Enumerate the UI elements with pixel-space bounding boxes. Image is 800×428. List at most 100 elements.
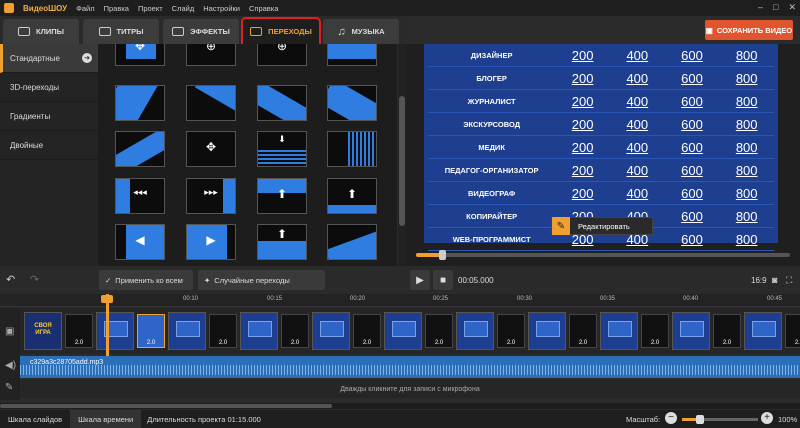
- audio-waveform: [20, 365, 800, 375]
- mic-record-track[interactable]: Дважды кликните для записи с микрофона: [20, 380, 800, 398]
- save-video-button[interactable]: ▣ СОХРАНИТЬ ВИДЕО: [705, 20, 793, 40]
- transition-thumbnail[interactable]: [327, 44, 377, 66]
- preview-slide-quiz-board[interactable]: ДИЗАЙНЕР 200 400 600 800 БЛОГЕР 200 400 600 800 ЖУ…: [424, 44, 778, 251]
- fullscreen-icon[interactable]: ⛶: [786, 275, 792, 286]
- edit-popup[interactable]: ✎ Редактировать: [551, 217, 653, 235]
- zoom-slider[interactable]: [682, 415, 758, 424]
- transition-thumbnail[interactable]: ⊕: [257, 44, 307, 66]
- sidebar-item-3d[interactable]: 3D-переходы: [0, 73, 98, 102]
- menu-help[interactable]: Справка: [249, 4, 278, 13]
- quiz-value: 800: [735, 208, 758, 224]
- timeline-slide[interactable]: [744, 312, 782, 350]
- redo-icon[interactable]: ↷: [30, 273, 39, 286]
- timeline-transition[interactable]: 2.0: [281, 314, 309, 348]
- status-bar: Шкала слайдов Шкала времени Длительность…: [0, 410, 800, 428]
- transition-thumbnail[interactable]: ▶: [186, 224, 236, 260]
- timeline-slide[interactable]: [600, 312, 638, 350]
- sidebar-item-standard[interactable]: Стандартные ➜: [0, 44, 98, 73]
- timeline-slide[interactable]: СВОЯ ИГРА: [24, 312, 62, 350]
- transition-thumbnail[interactable]: ◀: [115, 224, 165, 260]
- timeline-slide[interactable]: [240, 312, 278, 350]
- transition-thumbnail[interactable]: ▸▸▸: [186, 178, 236, 214]
- menu-settings[interactable]: Настройки: [203, 4, 240, 13]
- zoom-in-button[interactable]: +: [761, 412, 773, 424]
- transition-thumbnail[interactable]: ⬆: [327, 178, 377, 214]
- quiz-value: 800: [735, 70, 758, 86]
- transition-thumbnail[interactable]: ⬆: [257, 178, 307, 214]
- save-video-label: СОХРАНИТЬ ВИДЕО: [716, 25, 793, 35]
- transition-thumbnail[interactable]: [327, 131, 377, 167]
- minimize-icon[interactable]: –: [758, 2, 763, 13]
- tab-timeline-scale[interactable]: Шкала времени: [70, 410, 142, 428]
- close-icon[interactable]: ✕: [788, 2, 796, 13]
- timeline-slide[interactable]: [456, 312, 494, 350]
- speaker-icon[interactable]: ◀): [5, 360, 16, 371]
- timeline-transition[interactable]: 2.0: [569, 314, 597, 348]
- timeline-slide[interactable]: [168, 312, 206, 350]
- tab-titles[interactable]: ТИТРЫ: [83, 19, 159, 44]
- transition-thumbnail[interactable]: ⬆: [257, 224, 307, 260]
- transition-thumbnail[interactable]: [327, 224, 377, 260]
- timeline-slide[interactable]: [312, 312, 350, 350]
- audio-track[interactable]: c329a3c28705add.mp3: [20, 356, 800, 378]
- stop-button[interactable]: ■: [433, 270, 453, 290]
- transition-duration: 2.0: [290, 340, 300, 346]
- quiz-category: ЭКСКУРСОВОД: [463, 119, 521, 129]
- menu-file[interactable]: Файл: [76, 4, 94, 13]
- app-logo-icon: [4, 3, 14, 13]
- menu-project[interactable]: Проект: [138, 4, 163, 13]
- microphone-icon[interactable]: ✎: [5, 382, 13, 393]
- timeline-transition[interactable]: 2.0: [641, 314, 669, 348]
- transition-thumbnail[interactable]: [115, 85, 165, 121]
- tab-slides-scale[interactable]: Шкала слайдов: [0, 410, 70, 428]
- playback-progress[interactable]: [416, 250, 790, 260]
- transition-thumbnail[interactable]: ◂◂◂: [115, 178, 165, 214]
- tab-clips[interactable]: КЛИПЫ: [3, 19, 79, 44]
- transition-thumbnail[interactable]: ⊕: [186, 44, 236, 66]
- tab-transitions[interactable]: ПЕРЕХОДЫ: [241, 17, 321, 46]
- transition-thumbnail[interactable]: ✥: [186, 131, 236, 167]
- tab-effects[interactable]: ЭФФЕКТЫ: [163, 19, 239, 44]
- zoom-out-button[interactable]: −: [665, 412, 677, 424]
- apply-all-button[interactable]: ✓ Применить ко всем: [99, 270, 193, 290]
- timeline-slide[interactable]: [672, 312, 710, 350]
- timeline-slide[interactable]: [528, 312, 566, 350]
- menu-edit[interactable]: Правка: [104, 4, 129, 13]
- timeline-transition[interactable]: 2.0: [497, 314, 525, 348]
- scrollbar-thumb[interactable]: [0, 404, 332, 408]
- maximize-icon[interactable]: □: [773, 2, 778, 13]
- quiz-value: 800: [735, 162, 758, 178]
- timeline-transition[interactable]: 2.0: [353, 314, 381, 348]
- menu-slide[interactable]: Слайд: [172, 4, 195, 13]
- timeline-ruler[interactable]: 00:10 00:15 00:20 00:25 00:30 00:35 00:4…: [0, 294, 800, 307]
- timeline-slide[interactable]: [96, 312, 134, 350]
- sidebar-item-double[interactable]: Двойные: [0, 131, 98, 160]
- progress-handle[interactable]: [439, 250, 447, 260]
- transition-thumbnail[interactable]: ✥: [115, 44, 165, 66]
- timeline-transition[interactable]: 2.0: [785, 314, 800, 348]
- timeline-slide[interactable]: [384, 312, 422, 350]
- undo-icon[interactable]: ↶: [6, 273, 15, 286]
- camera-icon[interactable]: ◙: [772, 275, 777, 285]
- zoom-handle[interactable]: [696, 415, 704, 424]
- sidebar-item-label: 3D-переходы: [10, 82, 59, 92]
- random-transitions-button[interactable]: ✦ Случайные переходы: [198, 270, 325, 290]
- tab-music[interactable]: ♫ МУЗЫКА: [323, 19, 399, 44]
- transition-thumbnail[interactable]: [257, 85, 307, 121]
- transition-thumbnail[interactable]: ⬇: [257, 131, 307, 167]
- timeline-scrollbar[interactable]: [0, 403, 800, 409]
- transition-thumbnail[interactable]: [327, 85, 377, 121]
- gallery-scrollbar[interactable]: [398, 44, 406, 266]
- aspect-ratio[interactable]: 16:9: [751, 276, 767, 285]
- scrollbar-thumb[interactable]: [399, 96, 405, 226]
- timeline-transition[interactable]: 2.0: [425, 314, 453, 348]
- transition-thumbnail[interactable]: [186, 85, 236, 121]
- sidebar-item-gradients[interactable]: Градиенты: [0, 102, 98, 131]
- transition-thumbnail[interactable]: [115, 131, 165, 167]
- timeline-transition[interactable]: 2.0: [209, 314, 237, 348]
- timeline-transition[interactable]: 2.0: [137, 314, 165, 348]
- timeline-transition[interactable]: 2.0: [713, 314, 741, 348]
- slide-title-text: СВОЯ ИГРА: [34, 323, 52, 336]
- timeline-transition[interactable]: 2.0: [65, 314, 93, 348]
- play-button[interactable]: ▶: [410, 270, 430, 290]
